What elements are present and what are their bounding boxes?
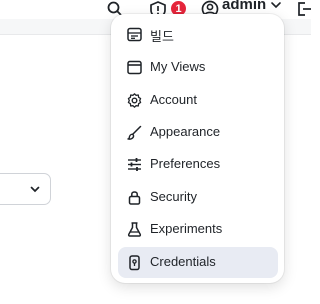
- sign-out-icon[interactable]: [296, 0, 312, 18]
- menu-item-my-views[interactable]: My Views: [118, 52, 278, 83]
- lock-icon: [126, 189, 143, 206]
- menu-item-label: My Views: [150, 59, 206, 74]
- menu-item-label: Preferences: [150, 156, 221, 171]
- menu-item-account[interactable]: Account: [118, 85, 278, 116]
- menu-item-appearance[interactable]: Appearance: [118, 117, 278, 148]
- menu-item-label: Account: [150, 92, 197, 107]
- menu-item-credentials[interactable]: Credentials: [118, 247, 278, 278]
- brush-icon: [126, 124, 143, 141]
- menu-item-build[interactable]: 빌드: [118, 19, 278, 50]
- user-name[interactable]: admin: [222, 0, 266, 13]
- build-icon: [126, 26, 143, 43]
- menu-item-label: Experiments: [150, 221, 223, 236]
- user-dropdown-menu: 빌드 My Views Account Appearance Preferenc…: [111, 14, 284, 283]
- sliders-icon: [126, 156, 143, 173]
- chevron-down-icon: [29, 183, 41, 195]
- menu-item-label: Credentials: [150, 254, 216, 269]
- menu-item-label: 빌드: [150, 29, 174, 44]
- menu-item-preferences[interactable]: Preferences: [118, 149, 278, 180]
- chevron-down-icon[interactable]: [270, 0, 282, 10]
- menu-item-experiments[interactable]: Experiments: [118, 214, 278, 245]
- menu-item-security[interactable]: Security: [118, 182, 278, 213]
- window-icon: [126, 59, 143, 76]
- menu-item-label: Appearance: [150, 124, 221, 139]
- select-dropdown[interactable]: [0, 173, 51, 205]
- flask-icon: [126, 221, 143, 238]
- menu-item-label: Security: [150, 189, 197, 204]
- gear-icon: [126, 92, 143, 109]
- credentials-icon: [126, 254, 143, 271]
